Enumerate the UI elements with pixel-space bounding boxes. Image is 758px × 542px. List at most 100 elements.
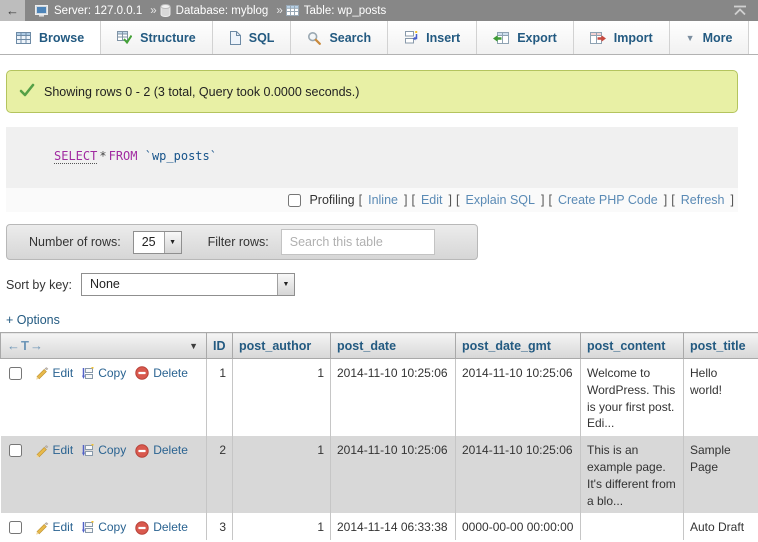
pencil-icon <box>34 366 49 380</box>
explain-sql-link[interactable]: Explain SQL <box>465 193 534 207</box>
column-header-post-date-gmt[interactable]: post_date_gmt <box>456 333 581 359</box>
sort-by-key-select[interactable]: None ▼ <box>81 273 295 296</box>
row-actions-cell: Edit Copy Delete <box>1 513 207 540</box>
breadcrumb-separator: » <box>276 5 282 17</box>
edit-row-link[interactable]: Edit <box>34 519 74 536</box>
tab-label: Browse <box>39 31 84 45</box>
delete-icon <box>135 366 149 380</box>
tab-label: Search <box>329 31 371 45</box>
results-table: ←T→ ▼ ID post_author post_date post_date… <box>0 332 758 540</box>
bracket: ] <box>449 193 452 207</box>
bracket: [ <box>411 193 414 207</box>
edit-row-link[interactable]: Edit <box>34 365 74 382</box>
number-of-rows-value: 25 <box>134 232 164 253</box>
inline-link[interactable]: Inline <box>368 193 398 207</box>
edit-link-label: Edit <box>53 365 74 382</box>
sql-star: * <box>99 149 106 163</box>
tab-insert[interactable]: Insert <box>388 21 477 54</box>
more-caret-icon: ▼ <box>686 33 695 43</box>
table-row: Edit Copy Delete 1 1 2014-11-10 10:25:06… <box>1 359 758 437</box>
filter-rows-input[interactable] <box>281 229 435 255</box>
edit-query-link[interactable]: Edit <box>421 193 443 207</box>
options-toggle-link[interactable]: + Options <box>6 313 60 327</box>
delete-row-link[interactable]: Delete <box>135 365 188 382</box>
cell-post-title: Auto Draft <box>684 513 758 540</box>
sql-keyword-from: FROM <box>109 149 138 163</box>
copy-row-link[interactable]: Copy <box>82 519 126 536</box>
sql-query-box: SELECT*FROM `wp_posts` Profiling [ Inline… <box>6 127 738 212</box>
filter-rows-label: Filter rows: <box>208 235 269 249</box>
table-row: Edit Copy Delete 2 1 2014-11-10 10:25:06… <box>1 436 758 513</box>
with-selected-caret-icon[interactable]: ▼ <box>189 341 200 351</box>
breadcrumb-table[interactable]: Table: wp_posts <box>286 5 386 17</box>
breadcrumb-database[interactable]: Database: myblog <box>160 4 269 17</box>
row-actions-cell: Edit Copy Delete <box>1 436 207 513</box>
delete-link-label: Delete <box>153 442 188 459</box>
sort-by-key-value: None <box>82 274 128 295</box>
tab-browse[interactable]: Browse <box>0 21 101 54</box>
column-header-post-author[interactable]: post_author <box>233 333 331 359</box>
profiling-checkbox[interactable] <box>288 194 301 207</box>
delete-row-link[interactable]: Delete <box>135 442 188 459</box>
breadcrumb-separator: » <box>150 5 156 17</box>
number-of-rows-label: Number of rows: <box>29 235 121 249</box>
column-header-post-date[interactable]: post_date <box>331 333 456 359</box>
copy-row-link[interactable]: Copy <box>82 365 126 382</box>
column-header-post-content[interactable]: post_content <box>581 333 684 359</box>
search-icon <box>307 31 321 45</box>
tab-sql[interactable]: SQL <box>213 21 292 54</box>
tab-search[interactable]: Search <box>291 21 388 54</box>
breadcrumb-server-label: Server: 127.0.0.1 <box>54 5 142 17</box>
action-column-header: ←T→ ▼ <box>1 333 207 359</box>
status-message-text: Showing rows 0 - 2 (3 total, Query took … <box>44 85 359 99</box>
column-header-post-title[interactable]: post_title <box>684 333 758 359</box>
tab-structure[interactable]: Structure <box>101 21 213 54</box>
tab-label: Insert <box>426 31 460 45</box>
cell-post-date: 2014-11-14 06:33:38 <box>331 513 456 540</box>
database-icon <box>160 4 171 17</box>
row-checkbox[interactable] <box>9 444 22 457</box>
table-icon <box>286 5 299 16</box>
tab-label: Export <box>517 31 557 45</box>
cell-post-date: 2014-11-10 10:25:06 <box>331 436 456 513</box>
copy-icon <box>82 521 94 534</box>
copy-link-label: Copy <box>98 365 126 382</box>
delete-row-link[interactable]: Delete <box>135 519 188 536</box>
row-checkbox[interactable] <box>9 367 22 380</box>
column-visibility-icon[interactable]: ←T→ <box>7 338 44 353</box>
copy-link-label: Copy <box>98 442 126 459</box>
tab-more[interactable]: ▼ More <box>670 21 750 54</box>
breadcrumb-server[interactable]: Server: 127.0.0.1 <box>35 5 142 17</box>
number-of-rows-select[interactable]: 25 ▼ <box>133 231 182 254</box>
profiling-label: Profiling <box>309 193 354 207</box>
create-php-code-link[interactable]: Create PHP Code <box>558 193 658 207</box>
back-arrow-icon[interactable]: ← <box>0 0 25 21</box>
breadcrumb-database-label: Database: myblog <box>176 5 269 17</box>
sql-keyword-select[interactable]: SELECT <box>54 149 97 164</box>
status-message: Showing rows 0 - 2 (3 total, Query took … <box>6 70 738 113</box>
row-checkbox[interactable] <box>9 521 22 534</box>
table-row: Edit Copy Delete 3 1 2014-11-14 06:33:38… <box>1 513 758 540</box>
column-header-id[interactable]: ID <box>207 333 233 359</box>
refresh-link[interactable]: Refresh <box>681 193 725 207</box>
insert-icon <box>404 31 418 44</box>
cell-post-date-gmt: 2014-11-10 10:25:06 <box>456 436 581 513</box>
import-icon <box>590 32 606 44</box>
bracket: [ <box>548 193 551 207</box>
bracket: [ <box>671 193 674 207</box>
collapse-panel-icon[interactable] <box>732 5 748 16</box>
tab-label: Import <box>614 31 653 45</box>
sql-query-text: SELECT*FROM `wp_posts` <box>6 127 738 188</box>
copy-row-link[interactable]: Copy <box>82 442 126 459</box>
cell-post-date-gmt: 0000-00-00 00:00:00 <box>456 513 581 540</box>
cell-post-author: 1 <box>233 436 331 513</box>
structure-icon <box>117 31 132 44</box>
rows-control-bar: Number of rows: 25 ▼ Filter rows: <box>6 224 478 260</box>
tab-import[interactable]: Import <box>574 21 670 54</box>
chevron-down-icon: ▼ <box>164 232 181 253</box>
cell-post-date-gmt: 2014-11-10 10:25:06 <box>456 359 581 437</box>
edit-row-link[interactable]: Edit <box>34 442 74 459</box>
breadcrumb-bar: ← Server: 127.0.0.1 » Database: myblog »… <box>0 0 758 21</box>
delete-icon <box>135 444 149 458</box>
tab-export[interactable]: Export <box>477 21 574 54</box>
